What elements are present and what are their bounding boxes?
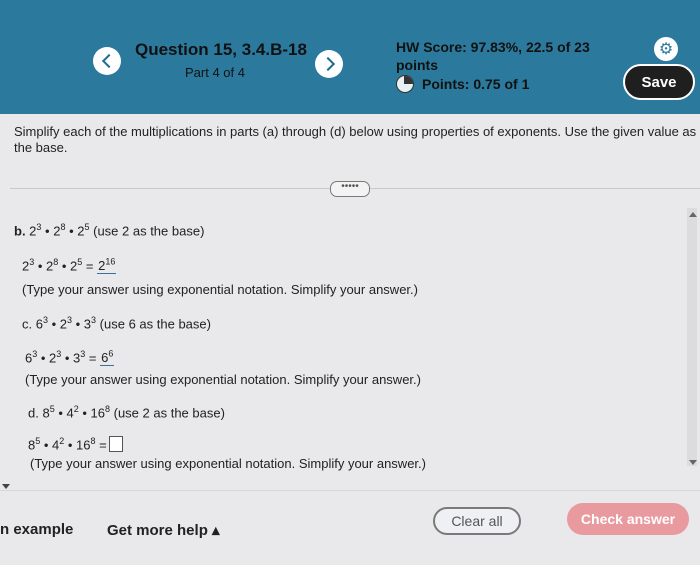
points-row: Points: 0.75 of 1 — [396, 75, 529, 93]
part-c-label: c. — [22, 316, 33, 332]
part-d-hint: (Type your answer using exponential nota… — [30, 456, 426, 471]
previous-question-button[interactable] — [93, 47, 121, 75]
gear-icon[interactable]: ⚙ — [654, 37, 678, 61]
footer-divider — [0, 490, 700, 491]
part-d-prompt: d. 85 • 42 • 168 (use 2 as the base) — [28, 404, 225, 421]
instructions-text: Simplify each of the multiplications in … — [14, 124, 697, 155]
part-b-label: b. — [14, 223, 26, 239]
part-c-prompt: c. 63 • 23 • 33 (use 6 as the base) — [22, 315, 211, 332]
part-b-equation: 23 • 28 • 25 = 216 — [22, 257, 117, 275]
part-c-base-note: (use 6 as the base) — [99, 316, 211, 332]
part-b-prompt: b. 23 • 28 • 25 (use 2 as the base) — [14, 222, 205, 239]
question-title: Question 15, 3.4.B-18 — [135, 40, 307, 59]
part-d-base-note: (use 2 as the base) — [113, 405, 225, 421]
partial-credit-icon — [396, 75, 414, 93]
part-c-hint: (Type your answer using exponential nota… — [25, 372, 421, 387]
check-answer-button[interactable]: Check answer — [567, 503, 689, 535]
part-c-answer[interactable]: 66 — [100, 349, 115, 367]
scrollbar[interactable] — [687, 208, 697, 466]
part-b-answer[interactable]: 216 — [97, 257, 117, 275]
view-example-link[interactable]: n example — [0, 521, 73, 538]
part-b-base-note: (use 2 as the base) — [93, 223, 205, 239]
question-header: Question 15, 3.4.B-18 Part 4 of 4 HW Sco… — [0, 0, 700, 114]
expand-more-button[interactable]: ••••• — [330, 181, 370, 197]
scroll-down-icon[interactable] — [689, 460, 697, 465]
hw-score-points-word: points — [396, 57, 438, 73]
part-indicator: Part 4 of 4 — [185, 65, 245, 80]
get-more-help-link[interactable]: Get more help ▴ — [107, 521, 220, 539]
chevron-right-icon — [320, 56, 335, 72]
clear-all-button[interactable]: Clear all — [433, 507, 521, 535]
save-button[interactable]: Save — [623, 64, 695, 100]
points-value: Points: 0.75 of 1 — [422, 76, 530, 92]
chevron-left-icon — [101, 53, 116, 69]
hw-score: HW Score: 97.83%, 22.5 of 23 — [396, 39, 590, 55]
scroll-up-icon[interactable] — [689, 212, 697, 217]
part-b-hint: (Type your answer using exponential nota… — [22, 282, 418, 297]
part-d-label: d. — [28, 405, 39, 421]
part-d-answer-input[interactable] — [108, 436, 123, 453]
next-question-button[interactable] — [315, 50, 343, 78]
part-d-equation: 85 • 42 • 168 = — [28, 436, 123, 453]
part-c-equation: 63 • 23 • 33 = 66 — [25, 349, 115, 367]
caret-down-icon — [2, 484, 10, 489]
